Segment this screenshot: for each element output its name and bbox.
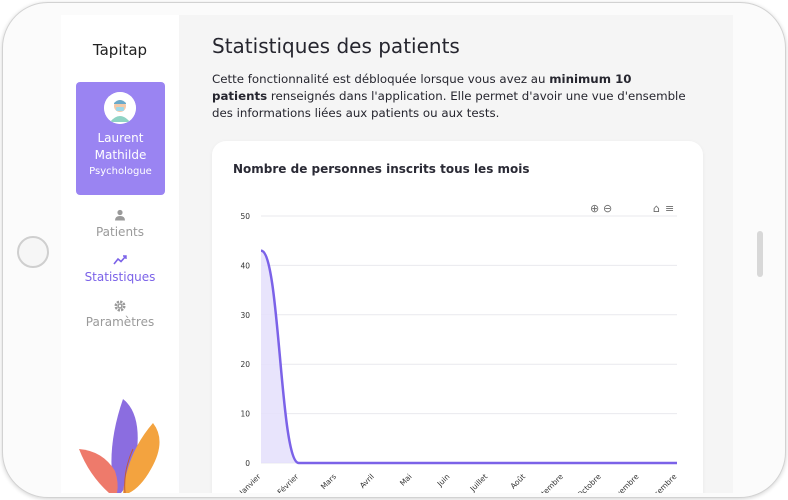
chart-card: Nombre de personnes inscrits tous les mo… (212, 141, 703, 493)
profile-name: Laurent Mathilde (76, 130, 165, 164)
y-tick-label: 40 (240, 261, 250, 270)
series-line (260, 249, 677, 465)
sidebar-item-parametres[interactable]: Paramètres (61, 299, 179, 329)
sidebar: Tapitap Laurent Mathilde Psychologue Pat… (61, 15, 179, 493)
sidebar-item-label: Paramètres (85, 315, 155, 329)
avatar (104, 92, 136, 124)
sidebar-item-label: Statistiques (84, 270, 156, 284)
x-tick-label: Juin (435, 472, 452, 489)
doctor-avatar-icon (104, 92, 136, 124)
y-tick-label: 0 (245, 459, 250, 468)
x-tick-label: Septembre (529, 472, 565, 493)
desc-text-1: Cette fonctionnalité est débloquée lorsq… (212, 72, 550, 86)
x-tick-label: Novembre (607, 472, 641, 493)
home-button (17, 236, 49, 268)
profile-card[interactable]: Laurent Mathilde Psychologue (76, 82, 165, 195)
app-screen: Tapitap Laurent Mathilde Psychologue Pat… (61, 15, 733, 493)
y-tick-label: 30 (240, 311, 250, 320)
desc-text-2: renseignés dans l'application. Elle perm… (212, 89, 686, 120)
x-tick-label: Août (509, 472, 528, 491)
x-tick-label: Janvier (237, 471, 263, 493)
y-tick-label: 10 (240, 410, 250, 419)
person-icon (61, 209, 179, 225)
page-title: Statistiques des patients (212, 34, 460, 58)
y-tick-label: 20 (240, 360, 250, 369)
profile-role: Psychologue (89, 166, 152, 177)
plant-illustration (79, 399, 160, 493)
x-tick-label: Juillet (468, 472, 490, 493)
series-area (261, 250, 677, 463)
sidebar-item-statistiques[interactable]: Statistiques (61, 254, 179, 284)
profile-first-name: Laurent (97, 131, 144, 145)
area-chart: 0 10 20 30 40 50 Janvier Février Mars Avril Mai Jui… (237, 212, 679, 493)
x-tick-label: Décembre (645, 472, 679, 493)
x-tick-label: Février (276, 471, 301, 493)
page-description: Cette fonctionnalité est débloquée lorsq… (212, 71, 687, 122)
brand-logo-text: Tapitap (92, 41, 148, 59)
gear-icon (61, 299, 179, 315)
x-tick-label: Octobre (575, 472, 603, 493)
x-tick-label: Mai (398, 472, 414, 488)
tablet-frame: Tapitap Laurent Mathilde Psychologue Pat… (2, 2, 786, 498)
chart-line-icon (61, 254, 179, 270)
y-tick-label: 50 (240, 212, 250, 221)
x-tick-label: Mars (319, 472, 338, 491)
sidebar-item-label: Patients (95, 225, 145, 239)
x-tick-label: Avril (358, 472, 376, 490)
side-button (757, 231, 763, 277)
sidebar-item-patients[interactable]: Patients (61, 209, 179, 239)
profile-last-name: Mathilde (94, 148, 147, 162)
main-content: Statistiques des patients Cette fonction… (179, 15, 733, 493)
